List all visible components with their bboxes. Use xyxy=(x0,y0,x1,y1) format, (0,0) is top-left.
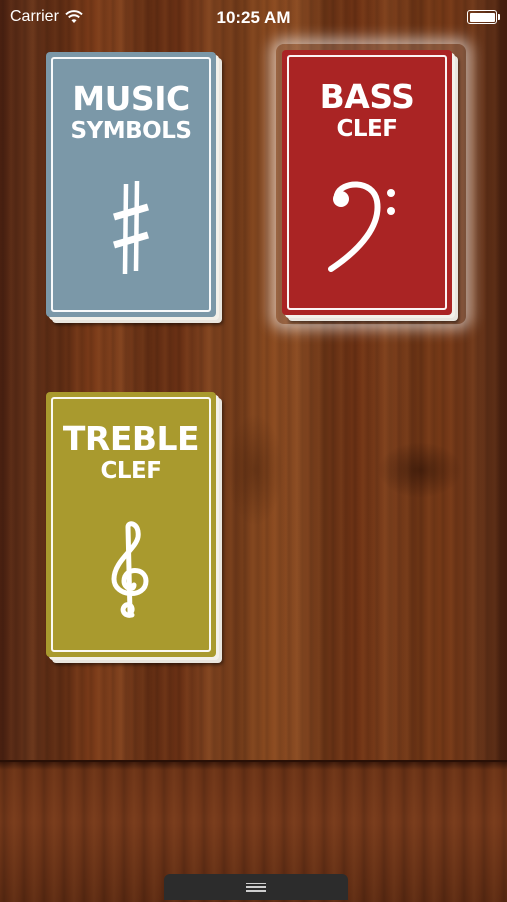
card-title: BASS xyxy=(319,77,415,116)
clock: 10:25 AM xyxy=(216,8,291,27)
treble-clef-icon xyxy=(53,519,209,619)
bass-clef-icon xyxy=(289,177,445,277)
grip-lines-icon xyxy=(246,882,266,892)
status-bar: Carrier 10:25 AM xyxy=(0,0,507,34)
drawer-handle[interactable] xyxy=(164,874,348,900)
card-border: BASS CLEF xyxy=(287,55,447,310)
music-symbols-card[interactable]: MUSIC SYMBOLS xyxy=(46,52,222,323)
battery-icon xyxy=(467,10,500,24)
battery-level xyxy=(469,12,495,22)
card-title: TREBLE xyxy=(62,419,200,458)
card-border: TREBLE CLEF xyxy=(51,397,211,652)
treble-clef-card[interactable]: TREBLE CLEF xyxy=(46,392,222,663)
card-face: TREBLE CLEF xyxy=(46,392,216,657)
card-title: MUSIC xyxy=(72,79,190,118)
card-face: MUSIC SYMBOLS xyxy=(46,52,216,317)
card-subtitle: CLEF xyxy=(336,116,398,142)
bass-clef-card[interactable]: BASS CLEF xyxy=(276,44,466,324)
card-border: MUSIC SYMBOLS xyxy=(51,57,211,312)
card-face: BASS CLEF xyxy=(282,50,452,315)
card-subtitle: SYMBOLS xyxy=(70,118,192,144)
sharp-icon xyxy=(53,179,209,279)
card-subtitle: CLEF xyxy=(100,458,162,484)
